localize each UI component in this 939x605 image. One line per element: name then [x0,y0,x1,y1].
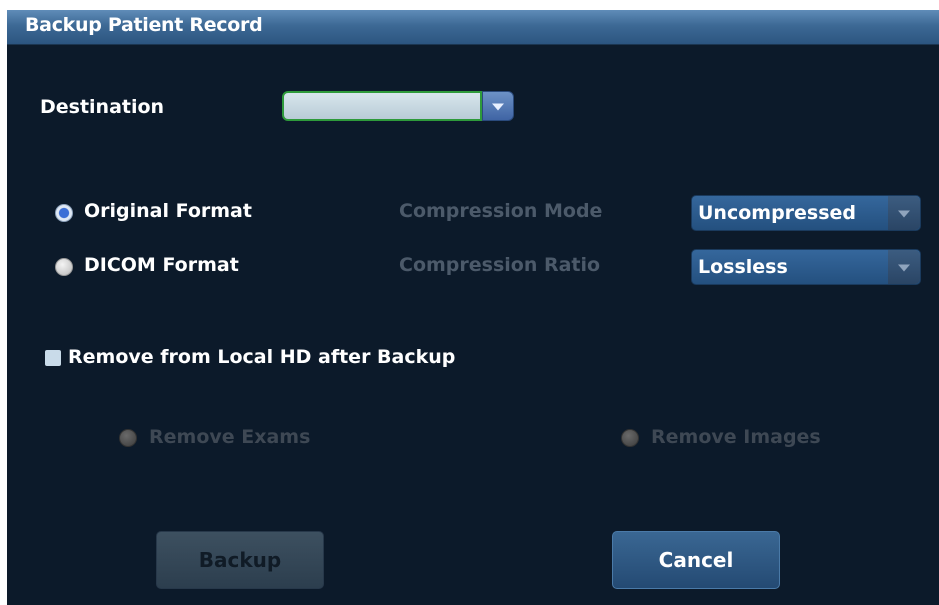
backup-button[interactable]: Backup [156,531,324,589]
destination-dropdown-button[interactable] [482,91,514,121]
destination-label: Destination [40,96,165,118]
remove-exams-label: Remove Exams [149,426,311,448]
original-format-radio[interactable] [55,204,73,222]
remove-from-local-hd-checkbox[interactable] [45,350,61,366]
chevron-down-icon [898,264,910,272]
dialog-title: Backup Patient Record [25,14,263,36]
compression-ratio-label: Compression Ratio [399,254,601,276]
dialog-title-bar: Backup Patient Record [7,10,939,45]
remove-images-label: Remove Images [651,426,821,448]
chevron-down-icon [492,103,504,111]
dicom-format-radio[interactable] [55,258,73,276]
original-format-label[interactable]: Original Format [84,200,252,222]
backup-patient-record-dialog: Backup Patient Record Destination Origin… [7,10,939,605]
remove-images-radio[interactable] [621,429,639,447]
chevron-down-icon [898,210,910,218]
dicom-format-label[interactable]: DICOM Format [84,254,239,276]
remove-from-local-hd-label[interactable]: Remove from Local HD after Backup [68,346,455,368]
destination-select[interactable] [282,91,514,123]
compression-mode-value: Uncompressed [698,202,857,224]
compression-ratio-dropdown-button[interactable] [888,250,920,284]
compression-ratio-value: Lossless [698,256,788,278]
compression-ratio-select[interactable]: Lossless [691,249,921,285]
compression-mode-label: Compression Mode [399,200,603,222]
remove-exams-radio[interactable] [119,429,137,447]
destination-field[interactable] [282,91,482,121]
compression-mode-select[interactable]: Uncompressed [691,195,921,231]
cancel-button[interactable]: Cancel [612,531,780,589]
compression-mode-dropdown-button[interactable] [888,196,920,230]
